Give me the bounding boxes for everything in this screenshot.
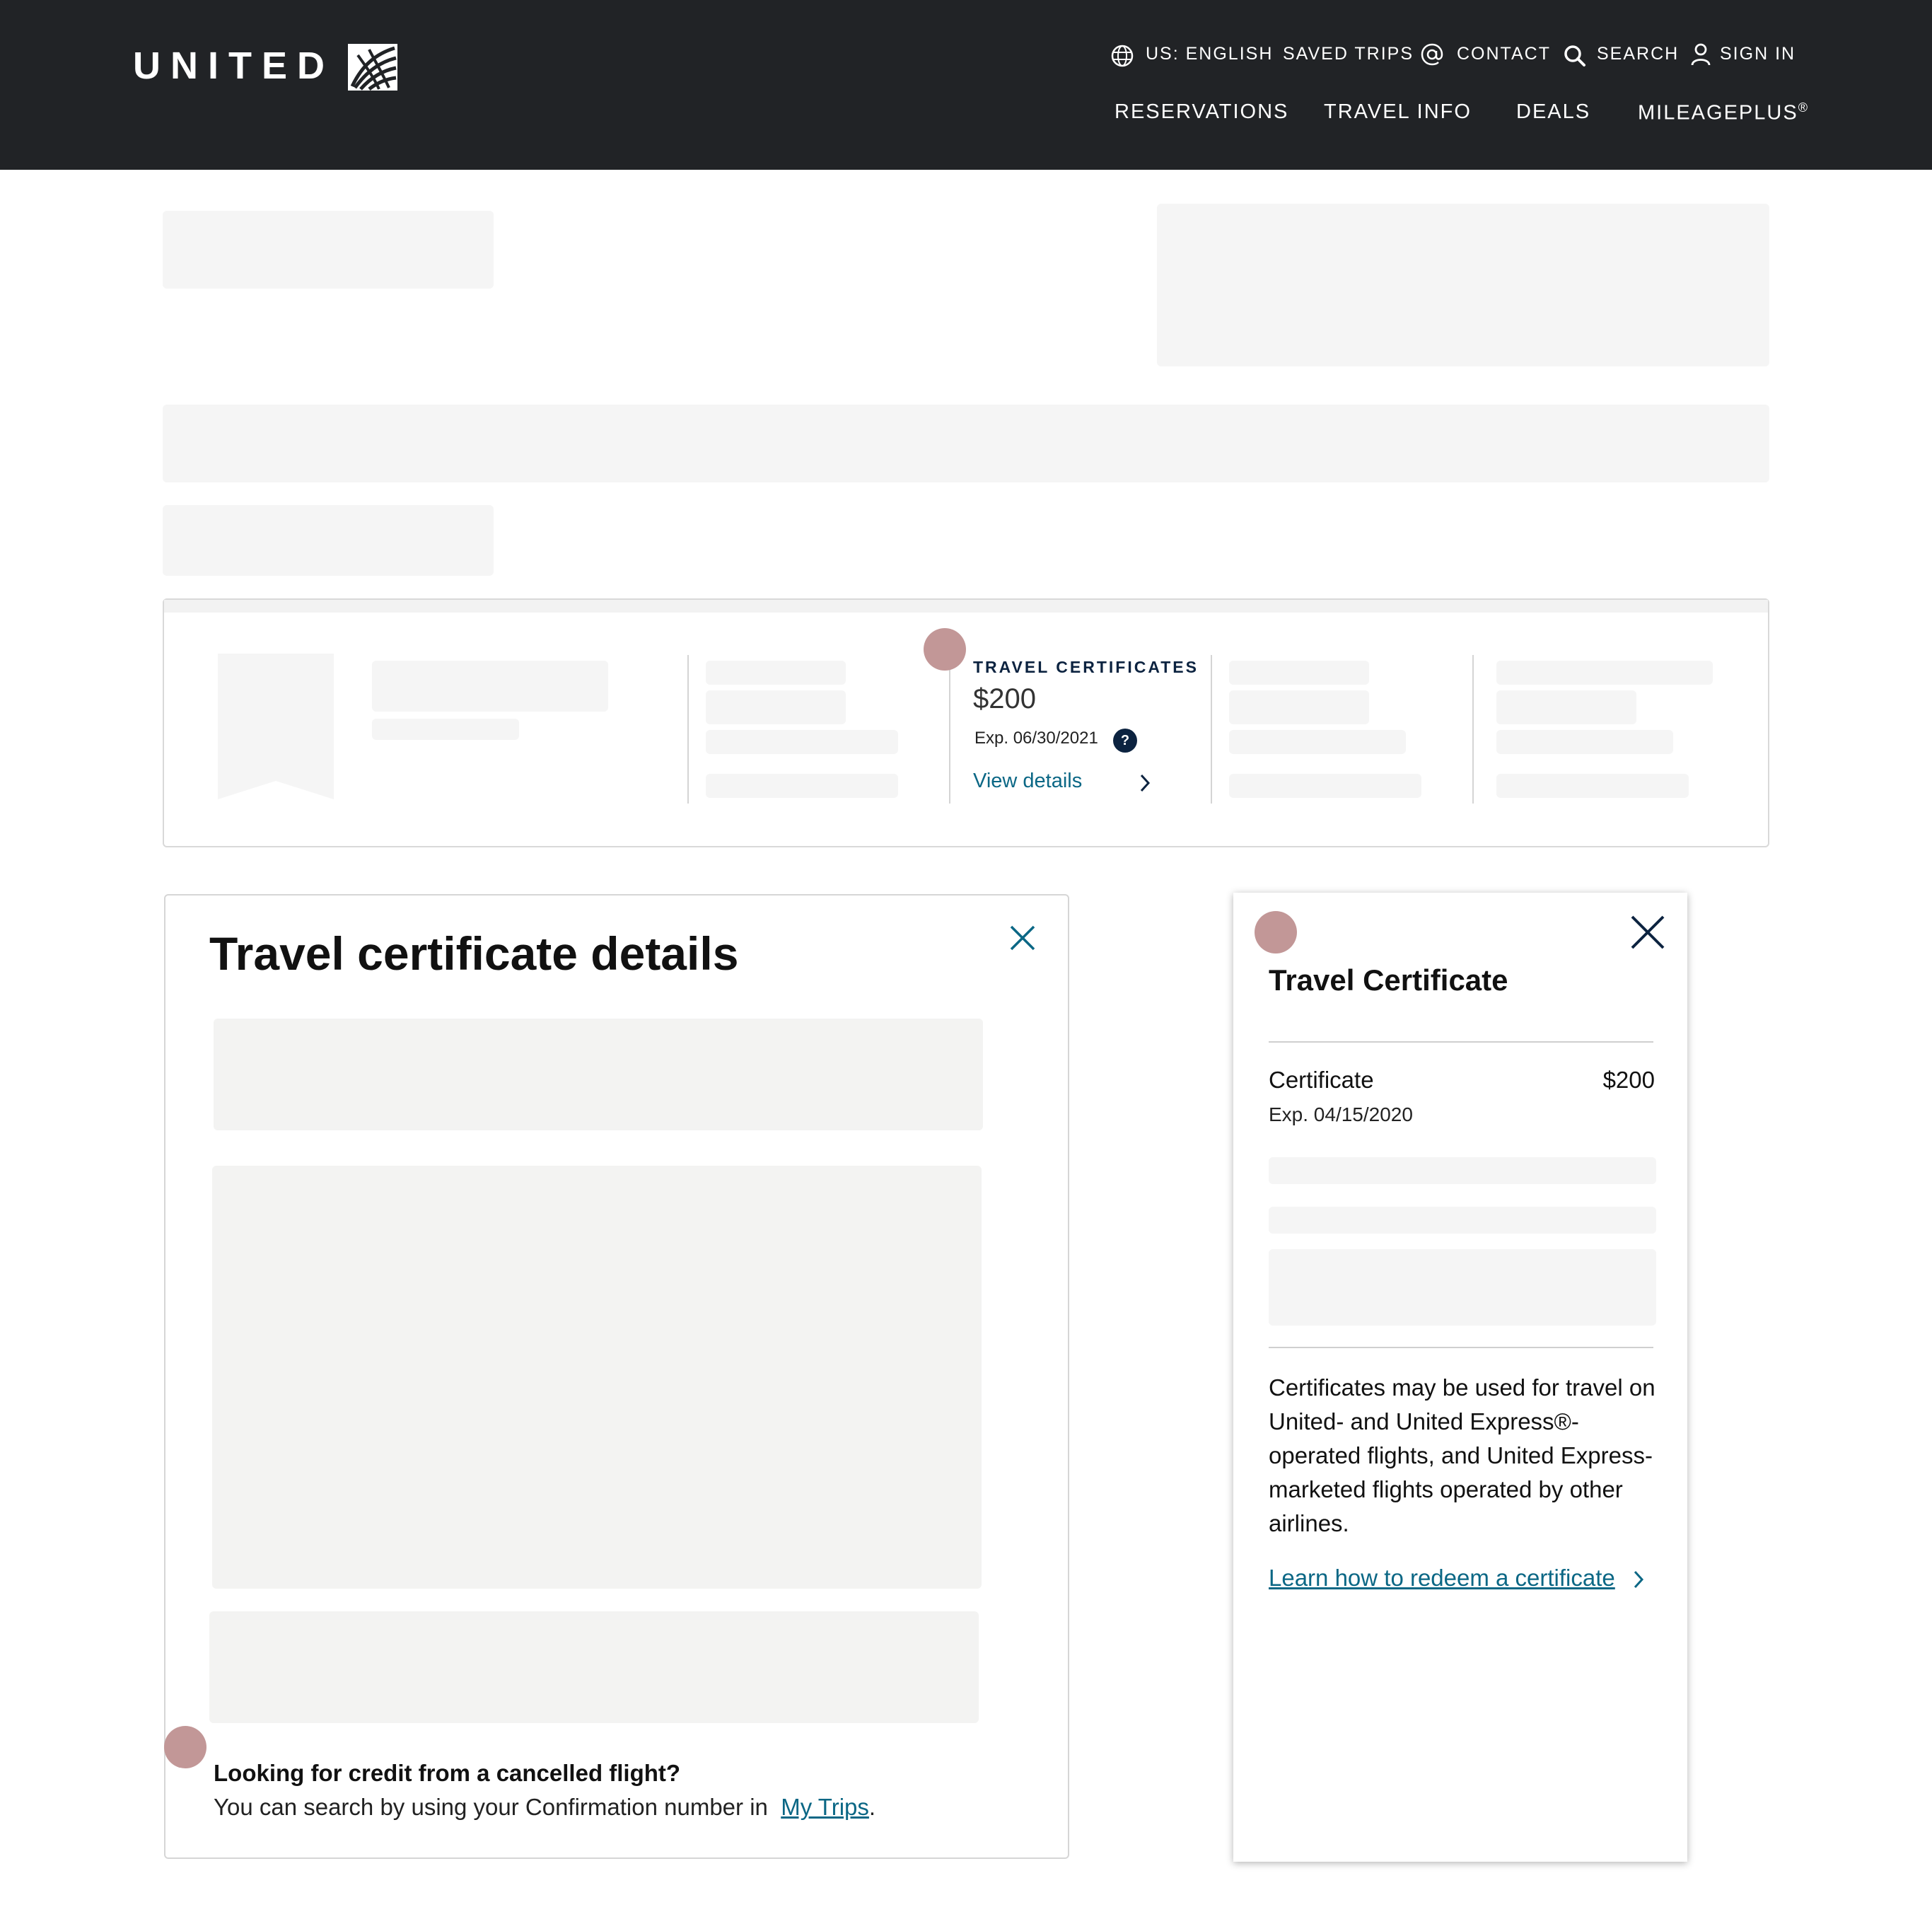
chevron-right-icon[interactable] — [1134, 771, 1156, 795]
user-icon — [1691, 43, 1711, 66]
summary-card-top-strip — [164, 600, 1768, 613]
search-link[interactable]: SEARCH — [1597, 44, 1679, 64]
summary-divider — [687, 655, 689, 804]
chevron-right-icon[interactable] — [1631, 1567, 1648, 1592]
skeleton-line — [1229, 690, 1369, 724]
certificate-expiry: Exp. 04/15/2020 — [1269, 1103, 1413, 1125]
summary-divider — [1472, 655, 1474, 804]
learn-redeem-certificate-link[interactable]: Learn how to redeem a certificate — [1269, 1565, 1615, 1592]
certificate-label: Certificate — [1269, 1067, 1374, 1093]
sign-in-link[interactable]: SIGN IN — [1720, 44, 1796, 64]
skeleton-line — [1269, 1157, 1656, 1184]
modal-title: Travel certificate details — [209, 927, 739, 980]
contact-link[interactable]: CONTACT — [1457, 44, 1551, 64]
skeleton-line — [1269, 1207, 1656, 1234]
language-selector[interactable]: US: ENGLISH — [1146, 44, 1273, 64]
registered-mark: ® — [1798, 100, 1809, 115]
skeleton-line — [1496, 690, 1636, 724]
bookmark-icon — [218, 654, 334, 799]
cancelled-flight-question: Looking for credit from a cancelled flig… — [214, 1760, 681, 1786]
skeleton-line — [706, 661, 846, 685]
annotation-marker — [924, 628, 966, 671]
nav-mileageplus-label: MILEAGEPLUS — [1638, 101, 1798, 124]
skeleton-line — [1496, 661, 1713, 685]
close-icon[interactable] — [1007, 922, 1038, 954]
view-details-link[interactable]: View details — [973, 770, 1082, 793]
summary-divider — [949, 655, 950, 804]
skeleton-subtitle — [163, 505, 494, 576]
skeleton-account-box — [1157, 204, 1769, 366]
skeleton-banner — [163, 405, 1769, 482]
skeleton-block — [212, 1166, 982, 1589]
travel-certificates-heading: TRAVEL CERTIFICATES — [973, 658, 1199, 676]
skeleton-block — [214, 1019, 983, 1130]
nav-reservations[interactable]: RESERVATIONS — [1115, 100, 1288, 124]
help-icon[interactable]: ? — [1113, 729, 1137, 753]
annotation-marker — [164, 1726, 206, 1768]
divider — [1269, 1041, 1653, 1043]
skeleton-block — [1269, 1249, 1656, 1326]
certificate-usage-description: Certificates may be used for travel on U… — [1269, 1374, 1655, 1536]
skeleton-line — [1229, 730, 1406, 754]
at-icon — [1421, 43, 1443, 66]
search-icon — [1564, 45, 1585, 66]
skeleton-line — [1496, 730, 1673, 754]
cancelled-flight-text: You can search by using your Confirmatio… — [214, 1794, 875, 1821]
close-icon[interactable] — [1629, 914, 1666, 951]
sentence-period: . — [868, 1794, 876, 1820]
summary-divider — [1211, 655, 1212, 804]
skeleton-line — [1496, 774, 1689, 798]
travel-certificates-expiry: Exp. 06/30/2021 — [974, 729, 1098, 748]
divider — [1269, 1347, 1653, 1348]
travel-certificates-amount: $200 — [973, 683, 1036, 714]
nav-deals[interactable]: DEALS — [1516, 100, 1590, 124]
cancelled-flight-text-body: You can search by using your Confirmatio… — [214, 1794, 768, 1820]
nav-travel-info[interactable]: TRAVEL INFO — [1324, 100, 1472, 124]
skeleton-line — [1229, 774, 1421, 798]
skeleton-line — [706, 774, 898, 798]
skeleton-line — [1229, 661, 1369, 685]
saved-trips-link[interactable]: SAVED TRIPS — [1283, 44, 1414, 64]
my-trips-link[interactable]: My Trips — [781, 1794, 869, 1820]
certificate-value: $200 — [1602, 1067, 1655, 1093]
skeleton-page-title — [163, 211, 494, 289]
skeleton-member-number — [372, 719, 519, 740]
globe-icon — [1111, 45, 1134, 67]
skeleton-block — [209, 1611, 979, 1723]
united-logo-text[interactable]: UNITED — [133, 44, 334, 88]
skeleton-line — [706, 730, 898, 754]
annotation-marker — [1255, 911, 1297, 954]
skeleton-line — [706, 690, 846, 724]
united-globe-logo-icon[interactable] — [348, 44, 397, 91]
panel-title: Travel Certificate — [1269, 963, 1508, 997]
nav-mileageplus[interactable]: MILEAGEPLUS® — [1638, 100, 1809, 125]
skeleton-member-name — [372, 661, 608, 712]
